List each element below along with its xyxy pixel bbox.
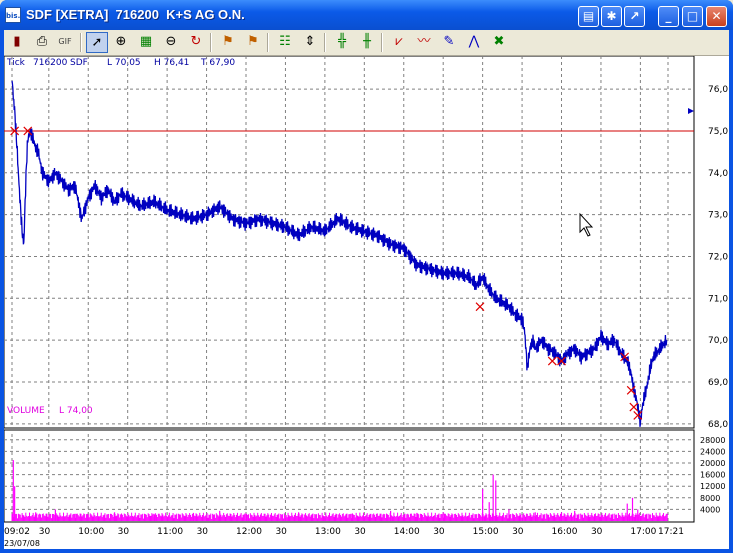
toolbar: ▮ ⎙ GIF ➚ ⊕ ▦ ⊖ ↻ ⚑ ⚑ ☷ ⇕ ╬ ╫ ⩗ 〰 ✎ ⋀ ✖ [4,30,729,56]
grid [3,55,695,523]
minimize-button[interactable]: _ [658,6,679,27]
volume-axis: 28000 24000 20000 16000 12000 8000 4000 [700,436,725,515]
price-tick-label: 74,0 [708,169,728,179]
price-tick-label: 68,0 [708,420,728,430]
export-icon: ↗ [629,9,640,23]
price-axis: 76,0 75,0 74,0 73,0 72,0 71,0 70,0 69,0 68,0 [708,85,728,430]
scroll-right-marker[interactable] [688,108,694,114]
time-tick-label: 11:00 [157,527,183,537]
chart-svg[interactable]: Tick 716200 SDF L 70,05 H 76,41 T 67,90 … [3,55,729,549]
wave-icon[interactable]: 〰 [413,32,435,53]
price-line [11,80,668,427]
volume-tick-label: 12000 [700,482,725,491]
price-panel-frame [3,55,695,429]
line-tool-icon[interactable]: ⩗ [388,32,410,53]
book-icon[interactable]: ▮ [6,32,28,53]
time-tick-label: 16:00 [552,527,578,537]
chart-area[interactable]: Tick 716200 SDF L 70,05 H 76,41 T 67,90 … [3,55,729,549]
volume-panel-frame [3,429,695,523]
toolbox-button[interactable]: ▤ [578,6,599,27]
title-bar[interactable]: bis. SDF [XETRA] 716200 K+S AG O.N. ▤ ✱ … [0,0,733,30]
refresh-icon[interactable]: ↻ [185,32,207,53]
price-tick-label: 69,0 [708,378,728,388]
time-tick-label: 14:00 [394,527,420,537]
header-high: H 76,41 [154,58,189,68]
volume-tick-label: 28000 [700,436,725,445]
header-wkn: 716200 [33,58,68,68]
header-symbol: SDF [70,58,88,68]
volume-tick-label: 4000 [700,505,720,514]
grid2-icon[interactable]: ╫ [356,32,378,53]
time-tick-label: 30 [433,527,445,537]
time-tick-label: 30 [591,527,603,537]
chart-window: bis. SDF [XETRA] 716200 K+S AG O.N. ▤ ✱ … [0,0,733,553]
volume-tick-label: 8000 [700,494,720,503]
time-tick-label: 30 [39,527,51,537]
indicator-icon[interactable]: ⚑ [217,32,239,53]
toolbox-icon: ▤ [582,9,595,23]
price-marker [633,411,643,420]
volume-tick-label: 24000 [700,447,725,456]
close-icon: ✕ [711,9,722,23]
time-tick-label: 30 [197,527,209,537]
volume-tick-label: 20000 [700,459,725,468]
minimize-icon: _ [665,9,672,23]
fan-icon[interactable]: ⋀ [463,32,485,53]
price-series [11,80,668,427]
volume-title: VOLUME [7,406,45,416]
price-tick-label: 72,0 [708,252,728,262]
price-tick-label: 70,0 [708,336,728,346]
price-tick-label: 73,0 [708,211,728,221]
table-icon[interactable]: ☷ [274,32,296,53]
price-tick-label: 76,0 [708,85,728,95]
time-tick-label: 17:21 [658,527,684,537]
time-tick-label: 30 [275,527,287,537]
time-tick-label: 12:00 [236,527,262,537]
time-tick-label: 30 [118,527,130,537]
grid-icon[interactable]: ╬ [331,32,353,53]
header-mode: Tick [6,58,26,68]
time-tick-label: 09:02 [4,527,30,537]
client-area: ▮ ⎙ GIF ➚ ⊕ ▦ ⊖ ↻ ⚑ ⚑ ☷ ⇕ ╬ ╫ ⩗ 〰 ✎ ⋀ ✖ [3,30,729,549]
pointer-icon[interactable]: ➚ [86,32,108,53]
price-marker [475,302,485,312]
header-last: T 67,90 [200,58,235,68]
compress-icon[interactable]: ⇕ [299,32,321,53]
price-markers [10,126,643,420]
header-low: L 70,05 [107,58,141,68]
maximize-button[interactable]: □ [682,6,703,27]
mouse-cursor-icon [579,212,594,237]
window-title: SDF [XETRA] 716200 K+S AG O.N. [26,7,245,22]
time-tick-label: 17:00 [630,527,656,537]
price-marker [629,402,639,412]
pencil-icon[interactable]: ✎ [438,32,460,53]
print-icon[interactable]: ⎙ [31,32,53,53]
price-tick-label: 75,0 [708,127,728,137]
zoom-in-icon[interactable]: ⊕ [110,32,132,53]
time-tick-label: 10:00 [78,527,104,537]
time-axis: 09:02 30 10:00 30 11:00 30 12:00 30 13:00 30 14:00… [4,527,684,537]
volume-series [11,460,668,521]
maximize-icon: □ [686,9,699,23]
chart-area-icon[interactable]: ▦ [135,32,157,53]
zoom-out-icon[interactable]: ⊖ [160,32,182,53]
price-marker [547,356,557,366]
volume-tick-label: 16000 [700,471,725,480]
time-tick-label: 30 [354,527,366,537]
cross-lines-icon[interactable]: ✖ [488,32,510,53]
time-tick-label: 13:00 [315,527,341,537]
time-tick-label: 15:00 [473,527,499,537]
indicator2-icon[interactable]: ⚑ [242,32,264,53]
settings-button[interactable]: ✱ [601,6,622,27]
time-tick-label: 30 [512,527,524,537]
price-tick-label: 71,0 [708,294,728,304]
date-label: 23/07/08 [4,539,40,548]
close-button[interactable]: ✕ [706,6,727,27]
app-icon[interactable]: bis. [5,7,21,23]
gif-icon[interactable]: GIF [54,32,76,53]
settings-icon: ✱ [606,9,617,23]
export-button[interactable]: ↗ [624,6,645,27]
